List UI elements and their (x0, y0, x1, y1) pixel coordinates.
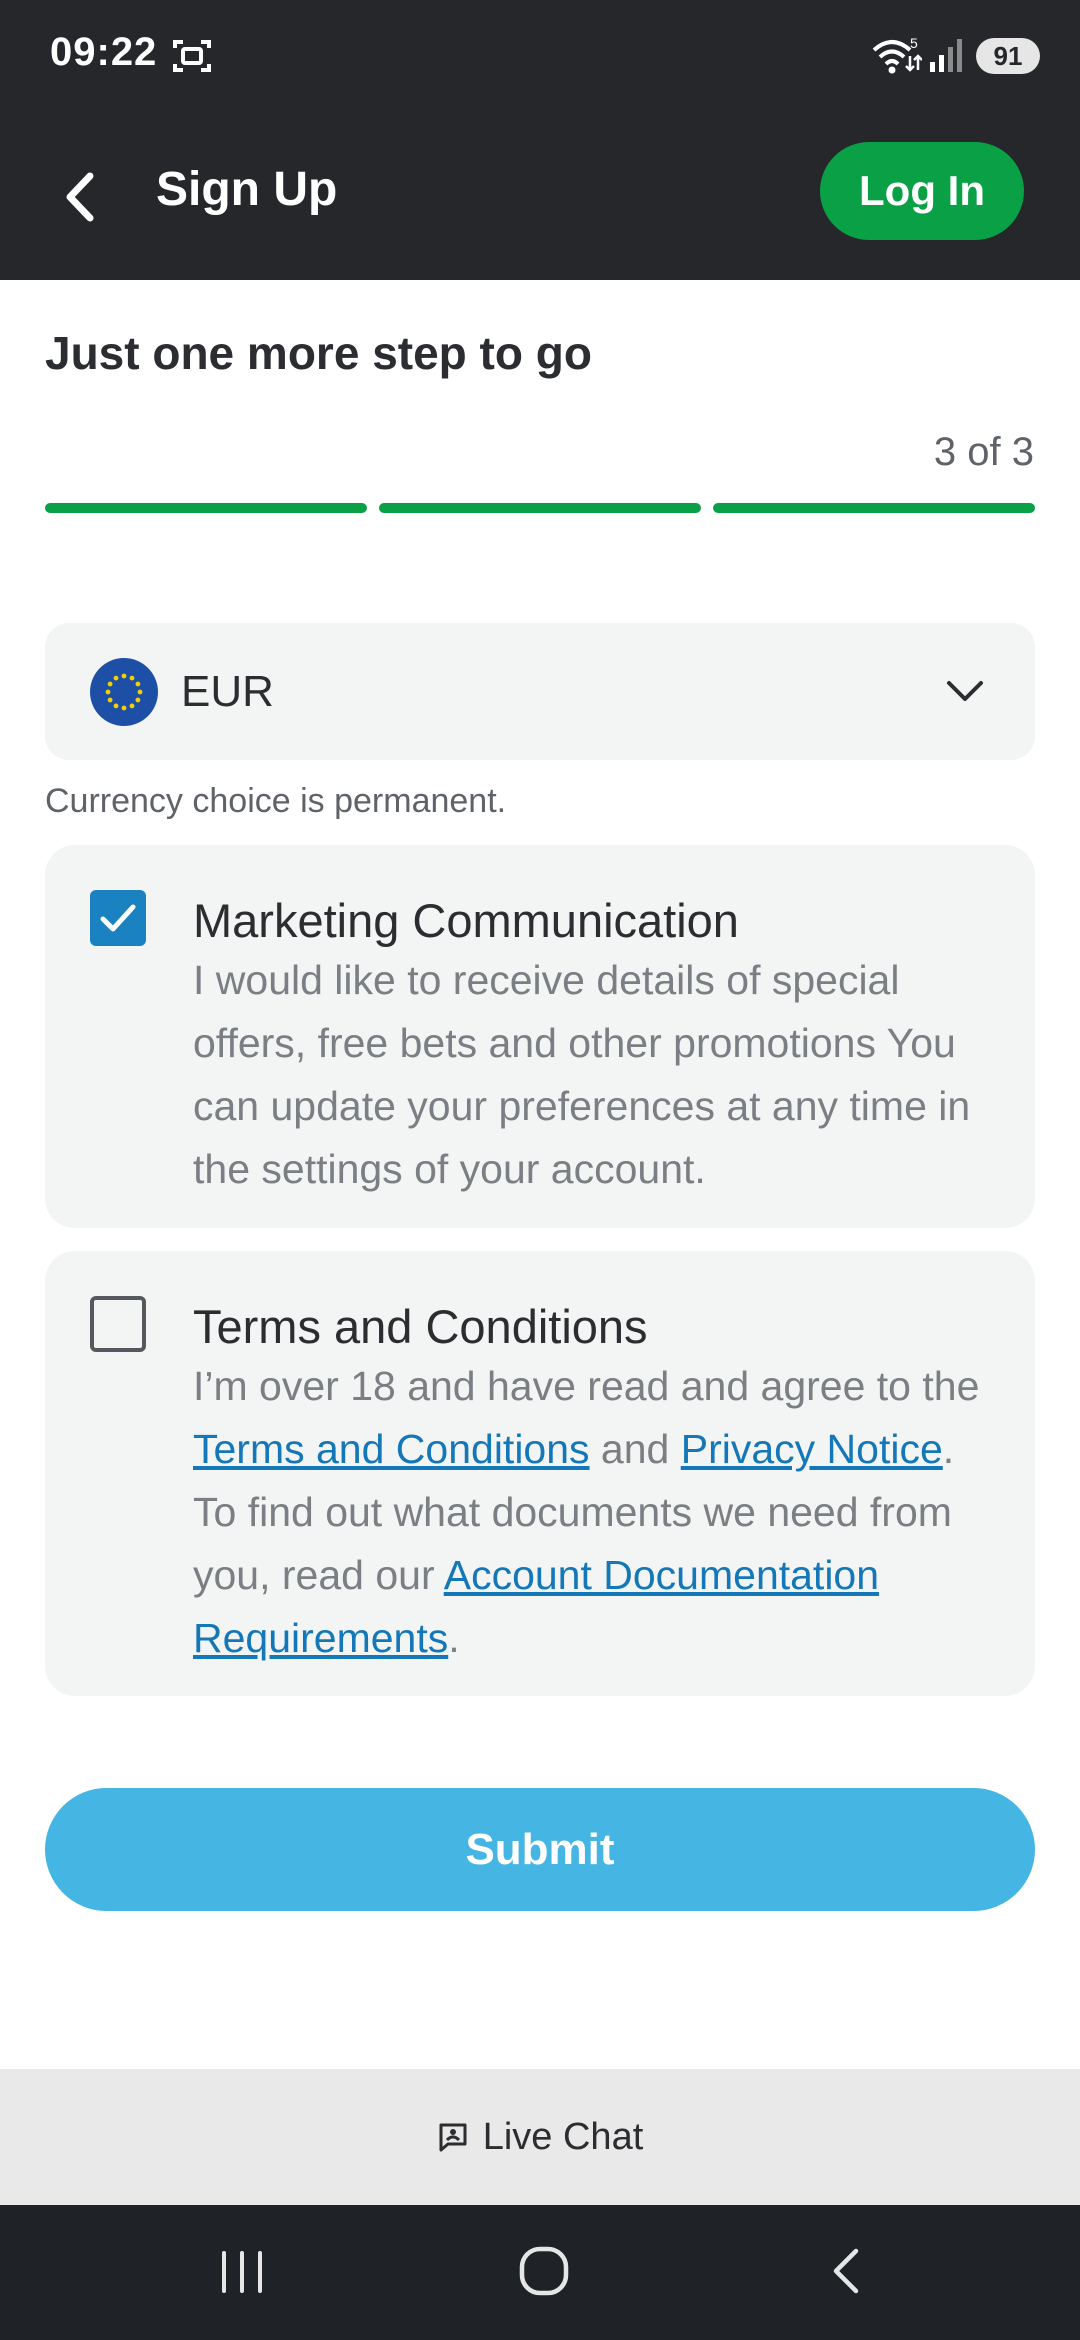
live-chat-bar: Live Chat (0, 2069, 1080, 2205)
recent-apps-icon[interactable] (218, 2249, 266, 2295)
currency-note: Currency choice is permanent. (45, 782, 507, 820)
privacy-notice-link[interactable]: Privacy Notice (681, 1426, 943, 1472)
terms-checkbox[interactable] (90, 1296, 146, 1352)
submit-button[interactable]: Submit (45, 1788, 1035, 1911)
back-arrow-icon[interactable] (58, 162, 102, 232)
marketing-description: I would like to receive details of speci… (193, 957, 971, 1192)
terms-title: Terms and Conditions (193, 1300, 648, 1353)
marketing-title: Marketing Communication (193, 894, 739, 947)
signal-icon (930, 39, 962, 72)
marketing-checkbox[interactable] (90, 890, 146, 946)
app-header: Sign Up Log In (0, 112, 1080, 280)
progress-segment (379, 503, 701, 513)
progress-segment (713, 503, 1035, 513)
terms-description: I’m over 18 and have read and agree to t… (193, 1355, 993, 1670)
login-button[interactable]: Log In (820, 142, 1024, 240)
battery-indicator: 91 (976, 38, 1040, 74)
page-title: Sign Up (156, 163, 338, 216)
currency-select[interactable]: EUR (45, 623, 1035, 760)
terms-text: I’m over 18 and have read and agree to t… (193, 1363, 980, 1409)
step-progress-bar (45, 503, 1035, 513)
step-counter: 3 of 3 (933, 430, 1034, 474)
wifi-badge: 5 (910, 36, 918, 51)
screenshot-icon (173, 40, 211, 72)
terms-text: . (448, 1615, 460, 1661)
wifi-icon: 5 (872, 36, 922, 74)
chevron-down-icon (947, 681, 983, 701)
terms-text: and (589, 1426, 681, 1472)
step-title: Just one more step to go (45, 327, 592, 379)
home-icon[interactable] (518, 2245, 570, 2297)
status-time: 09:22 (50, 30, 158, 74)
currency-value: EUR (181, 667, 274, 716)
eu-flag-icon (90, 658, 158, 726)
progress-segment (45, 503, 367, 513)
nav-back-icon[interactable] (826, 2245, 866, 2297)
marketing-consent-card: Marketing Communication I would like to … (45, 845, 1035, 1228)
status-bar: 09:22 5 91 (0, 0, 1080, 112)
terms-consent-card: Terms and Conditions I’m over 18 and hav… (45, 1251, 1035, 1696)
live-chat-label: Live Chat (482, 2115, 644, 2158)
checkmark-icon (100, 904, 136, 932)
chat-icon (439, 2123, 467, 2152)
system-nav-bar (0, 2205, 1080, 2340)
live-chat-button[interactable]: Live Chat (437, 2115, 644, 2159)
terms-link[interactable]: Terms and Conditions (193, 1426, 590, 1472)
